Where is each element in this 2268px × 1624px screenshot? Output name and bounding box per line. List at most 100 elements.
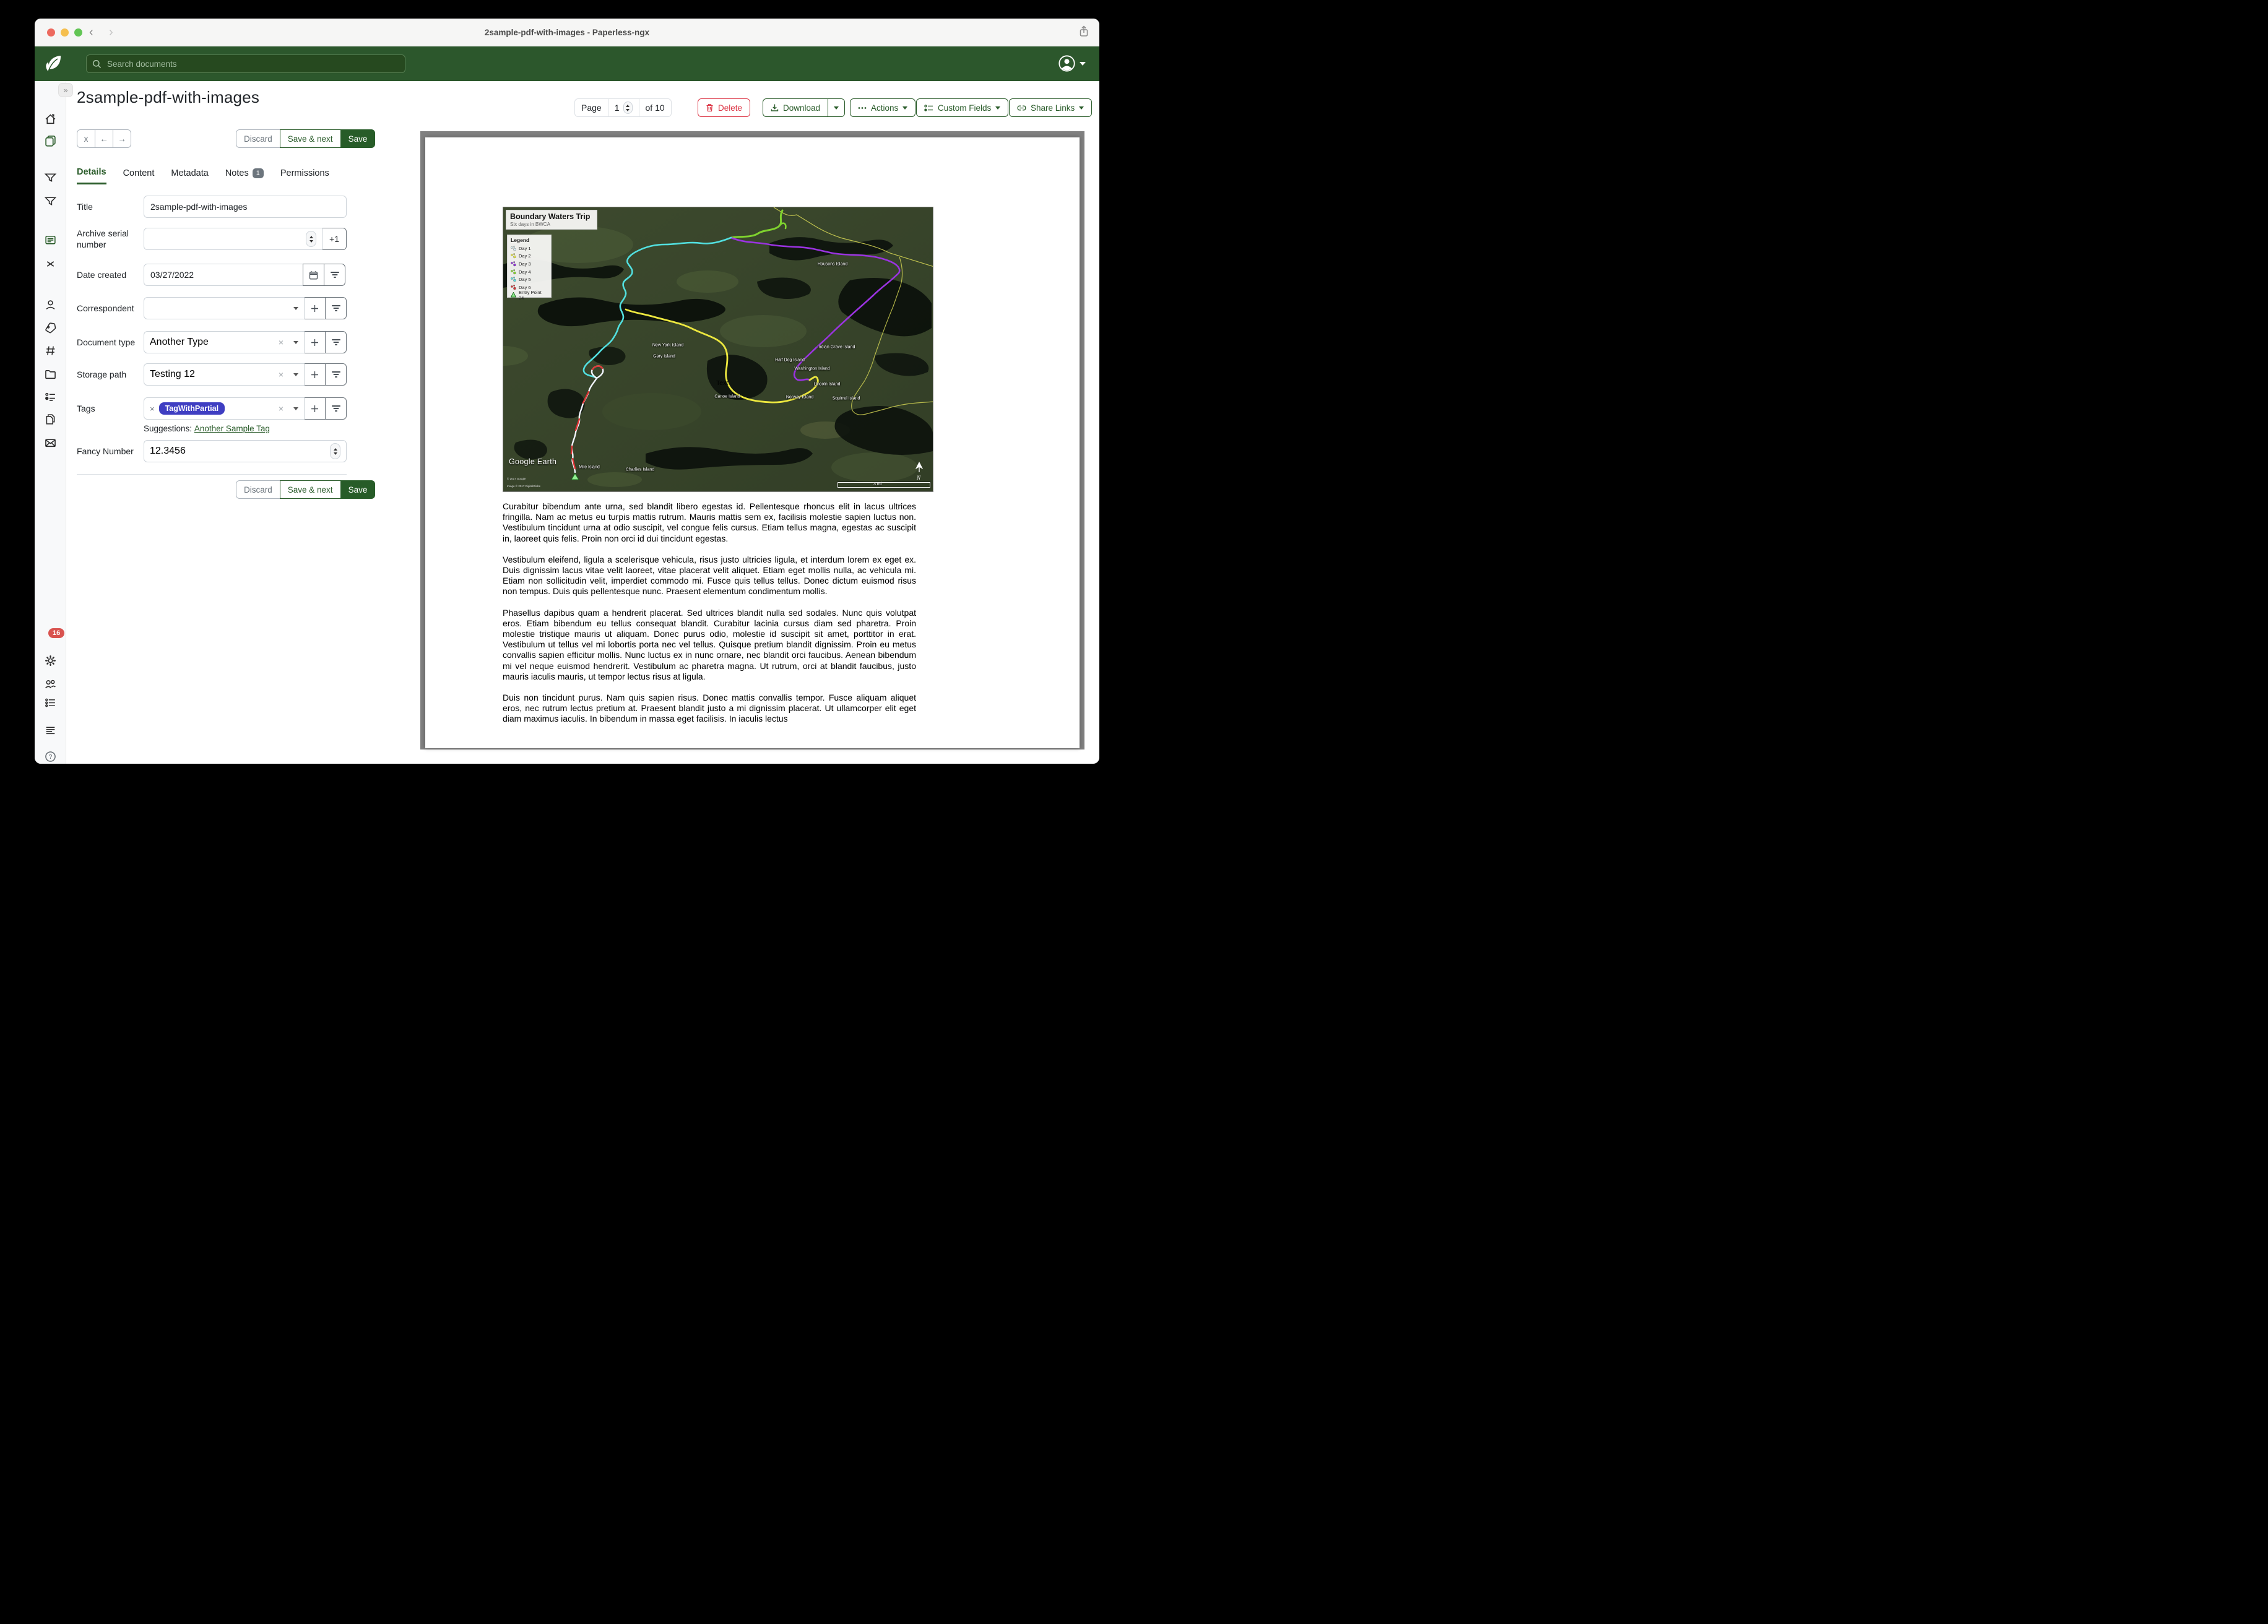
map-legend: Legend Day 1Day 2Day 3Day 4Day 5Day 6Ent… (507, 235, 552, 298)
save-button[interactable]: Save (340, 480, 376, 499)
sidebar-item-correspondents[interactable] (44, 298, 57, 311)
storage-path-select[interactable]: Testing 12 × (144, 363, 305, 386)
next-document-button[interactable]: → (113, 129, 131, 148)
island-label: Half Dog Island (775, 358, 805, 363)
title-input[interactable] (144, 196, 347, 218)
fancy-number-stepper[interactable] (330, 443, 340, 459)
discard-button[interactable]: Discard (236, 129, 280, 148)
plus-icon (311, 339, 319, 347)
tags-select[interactable]: × TagWithPartial × (144, 397, 305, 420)
sidebar-item-tasks[interactable] (44, 696, 57, 709)
chevron-down-icon (293, 341, 298, 344)
download-button[interactable]: Download (763, 98, 828, 117)
close-document-button[interactable]: x (77, 129, 95, 148)
sidebar-item-users-groups[interactable] (44, 678, 57, 691)
titlebar: ‹ › 2sample-pdf-with-images - Paperless-… (35, 19, 1099, 46)
asn-stepper[interactable] (306, 231, 316, 247)
hash-icon (44, 344, 57, 357)
tab-content[interactable]: Content (123, 167, 155, 184)
page-stepper[interactable] (623, 102, 633, 114)
page-number-input[interactable]: 1 (608, 98, 639, 117)
title-label: Title (77, 201, 139, 212)
sidebar-item-saved-view-2[interactable] (44, 194, 57, 207)
remove-tag-icon[interactable]: × (150, 404, 155, 413)
sidebar-item-saved-view-1[interactable] (44, 171, 57, 184)
sidebar-item-open-document[interactable] (44, 233, 57, 246)
save-next-button[interactable]: Save & next (280, 480, 341, 499)
sidebar-item-help[interactable]: ? (44, 750, 57, 763)
legend-title: Legend (511, 237, 548, 243)
correspondent-select[interactable] (144, 297, 305, 319)
share-links-button[interactable]: Share Links (1009, 98, 1092, 117)
previous-document-button[interactable]: ← (95, 129, 113, 148)
plus-icon (311, 371, 319, 379)
envelope-icon (44, 436, 57, 449)
filter-by-tag-button[interactable] (325, 397, 347, 420)
page-title: 2sample-pdf-with-images (77, 88, 259, 107)
tab-permissions[interactable]: Permissions (280, 167, 329, 184)
sidebar-item-workflows[interactable] (44, 391, 57, 404)
trail-dots-icon (511, 261, 516, 267)
documents-icon (44, 134, 57, 147)
chevron-down-icon (293, 307, 298, 310)
sidebar-expand-button[interactable]: » (58, 83, 73, 97)
clear-icon[interactable]: × (279, 337, 284, 347)
document-type-select[interactable]: Another Type × (144, 331, 305, 353)
asn-input[interactable] (144, 228, 322, 250)
add-tag-button[interactable] (304, 397, 326, 420)
file-icon (44, 413, 57, 426)
custom-fields-button[interactable]: Custom Fields (916, 98, 1008, 117)
app-window: ‹ › 2sample-pdf-with-images - Paperless-… (35, 19, 1099, 764)
search-input[interactable] (106, 59, 399, 69)
map-title-box: Boundary Waters Trip Six days in BWCA (506, 210, 597, 230)
save-button[interactable]: Save (340, 129, 376, 148)
date-created-input[interactable] (144, 264, 303, 286)
entry-point-icon (511, 292, 516, 298)
save-next-button[interactable]: Save & next (280, 129, 341, 148)
sidebar-item-settings[interactable] (44, 654, 57, 667)
sidebar-item-mail[interactable] (44, 436, 57, 449)
filter-by-date-button[interactable] (324, 264, 345, 286)
tab-metadata[interactable]: Metadata (171, 167, 208, 184)
discard-button[interactable]: Discard (236, 480, 280, 499)
pdf-page: Boundary Waters Trip Six days in BWCA Le… (425, 137, 1080, 748)
sidebar-item-storage-paths[interactable] (44, 368, 57, 381)
add-storage-path-button[interactable] (304, 363, 326, 386)
sidebar-item-tags[interactable] (44, 321, 57, 334)
fancy-number-input[interactable]: 12.3456 (144, 440, 347, 462)
clear-icon[interactable]: × (279, 404, 284, 413)
share-icon[interactable] (1078, 25, 1089, 41)
folder-icon (44, 368, 57, 381)
sidebar-item-dashboard[interactable] (44, 113, 57, 126)
filter-icon (44, 194, 57, 207)
add-correspondent-button[interactable] (304, 297, 326, 319)
user-menu[interactable] (1058, 55, 1086, 72)
tab-details[interactable]: Details (77, 167, 106, 184)
delete-button[interactable]: Delete (698, 98, 750, 117)
tab-notes[interactable]: Notes1 (225, 167, 264, 184)
filter-by-correspondent-button[interactable] (325, 297, 347, 319)
calendar-button[interactable] (303, 264, 324, 286)
sidebar-item-custom-fields[interactable] (44, 344, 57, 357)
tag-chip[interactable]: TagWithPartial (159, 402, 225, 415)
download-dropdown-button[interactable] (828, 98, 845, 117)
pdf-viewer-frame[interactable]: Boundary Waters Trip Six days in BWCA Le… (420, 131, 1084, 749)
tags-label: Tags (77, 403, 139, 414)
clear-icon[interactable]: × (279, 369, 284, 379)
save-actions-bottom: Discard Save & next Save (236, 480, 375, 499)
sidebar-item-documents[interactable] (44, 134, 57, 147)
sidebar-item-close-document[interactable] (44, 257, 57, 270)
document-paragraph: Phasellus dapibus quam a hendrerit place… (503, 608, 916, 682)
person-icon (44, 298, 57, 311)
chevron-down-icon (995, 106, 1000, 110)
filter-by-document-type-button[interactable] (325, 331, 347, 353)
paperless-logo-icon[interactable] (43, 53, 62, 77)
filter-by-storage-path-button[interactable] (325, 363, 347, 386)
suggested-tag-link[interactable]: Another Sample Tag (194, 424, 270, 433)
sidebar-item-logs[interactable] (44, 724, 57, 737)
sidebar-item-document-types[interactable] (44, 413, 57, 426)
add-document-type-button[interactable] (304, 331, 326, 353)
page-label: Page (574, 98, 608, 117)
asn-plus-one-button[interactable]: +1 (322, 228, 347, 250)
actions-button[interactable]: Actions (850, 98, 915, 117)
